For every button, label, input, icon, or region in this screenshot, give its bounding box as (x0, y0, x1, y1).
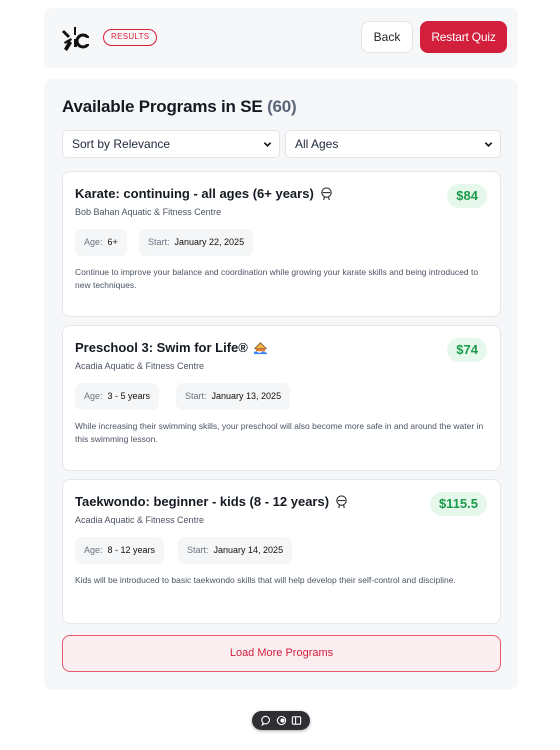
program-title-text: Karate: continuing - all ages (6+ years) (75, 186, 314, 201)
start-label: Start: (187, 545, 209, 555)
toggle-icon[interactable] (276, 715, 287, 726)
program-card[interactable]: Preschool 3: Swim for Life® Acadia Aquat… (62, 325, 501, 471)
load-more-button[interactable]: Load More Programs (62, 635, 501, 672)
age-chip: Age: 3 - 5 years (75, 383, 160, 410)
chat-icon[interactable] (260, 715, 272, 726)
start-value: January 14, 2025 (213, 545, 284, 555)
age-value: 3 - 5 years (107, 391, 151, 401)
age-value: 8 - 12 years (107, 545, 156, 555)
start-value: January 13, 2025 (211, 391, 282, 401)
program-title: Preschool 3: Swim for Life® (75, 340, 268, 355)
back-button[interactable]: Back (361, 21, 413, 53)
logo-icon[interactable] (61, 25, 89, 53)
start-chip: Start: January 13, 2025 (176, 383, 291, 410)
program-description: Kids will be introduced to basic taekwon… (75, 575, 456, 585)
start-chip: Start: January 22, 2025 (139, 229, 254, 256)
start-chip: Start: January 14, 2025 (178, 537, 293, 564)
program-title: Taekwondo: beginner - kids (8 - 12 years… (75, 494, 349, 509)
chevron-down-icon (263, 142, 272, 147)
program-price: $115.5 (429, 492, 487, 516)
chevron-down-icon (484, 142, 493, 147)
program-provider: Bob Bahan Aquatic & Fitness Centre (75, 207, 222, 217)
age-select-value: All Ages (295, 137, 339, 151)
program-description: While increasing their swimming skills, … (75, 421, 484, 444)
age-chip: Age: 6+ (75, 229, 127, 256)
start-label: Start: (185, 391, 207, 401)
program-price: $74 (447, 338, 487, 362)
program-card[interactable]: Taekwondo: beginner - kids (8 - 12 years… (62, 479, 501, 624)
results-badge: RESULTS (103, 29, 158, 46)
start-value: January 22, 2025 (174, 237, 245, 247)
header-bar: RESULTS Back Restart Quiz (44, 8, 518, 68)
sort-select[interactable]: Sort by Relevance (62, 130, 280, 158)
page-title: Available Programs in SE (60) (62, 97, 297, 117)
age-label: Age: (84, 545, 103, 555)
age-chip: Age: 8 - 12 years (75, 537, 165, 564)
martial-arts-icon (336, 495, 347, 509)
page-title-text: Available Programs in SE (62, 97, 263, 116)
program-card[interactable]: Karate: continuing - all ages (6+ years)… (62, 171, 501, 317)
program-count: (60) (267, 97, 297, 116)
program-description: Continue to improve your balance and coo… (75, 267, 479, 290)
start-label: Start: (148, 237, 170, 247)
age-label: Age: (84, 391, 103, 401)
panel-icon[interactable] (291, 715, 302, 726)
program-provider: Acadia Aquatic & Fitness Centre (75, 515, 205, 525)
martial-arts-icon (321, 187, 332, 201)
program-title-text: Taekwondo: beginner - kids (8 - 12 years… (75, 494, 330, 509)
swimming-icon (253, 342, 267, 355)
floating-toolbar (252, 711, 310, 730)
program-provider: Acadia Aquatic & Fitness Centre (75, 361, 205, 371)
restart-quiz-button[interactable]: Restart Quiz (420, 21, 507, 53)
program-price: $84 (447, 184, 487, 208)
program-title: Karate: continuing - all ages (6+ years) (75, 186, 334, 201)
programs-panel: Available Programs in SE (60) Sort by Re… (44, 79, 518, 690)
age-filter-select[interactable]: All Ages (285, 130, 501, 158)
sort-select-value: Sort by Relevance (72, 137, 171, 151)
age-label: Age: (84, 237, 103, 247)
age-value: 6+ (107, 237, 118, 247)
program-title-text: Preschool 3: Swim for Life® (75, 340, 248, 355)
